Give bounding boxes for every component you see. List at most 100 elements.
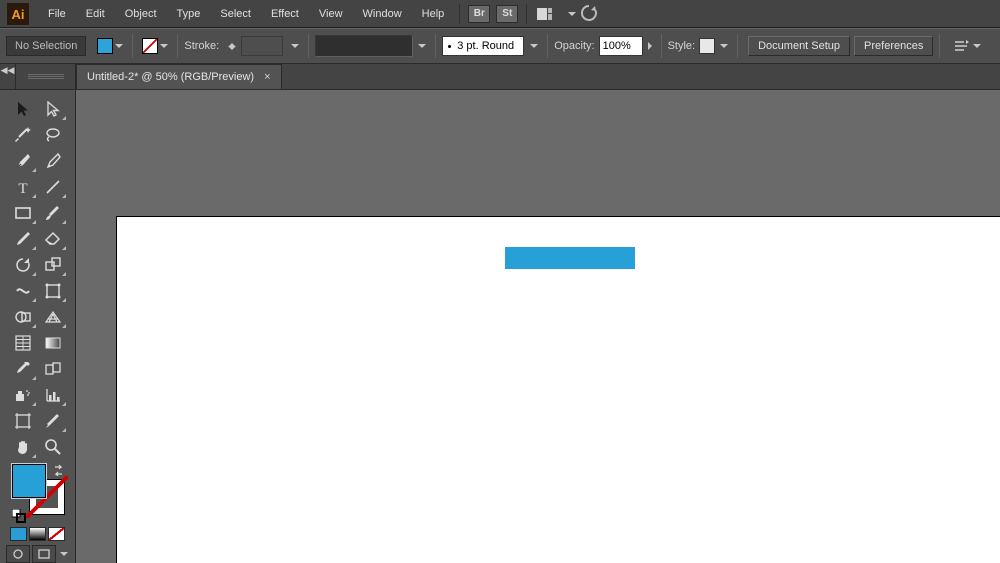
menu-help[interactable]: Help — [412, 0, 455, 28]
blend-tool[interactable] — [38, 356, 68, 382]
canvas[interactable] — [76, 90, 1000, 563]
swap-fill-stroke-button[interactable] — [54, 464, 66, 476]
gradient-tool[interactable] — [38, 330, 68, 356]
perspective-icon — [44, 308, 62, 326]
workspace: T — [0, 90, 1000, 563]
rectangle-icon — [14, 204, 32, 222]
pen-tool[interactable] — [8, 148, 38, 174]
selection-info: No Selection — [6, 36, 86, 56]
zoom-tool[interactable] — [38, 434, 68, 460]
artboard-tool[interactable] — [8, 408, 38, 434]
curvature-tool[interactable] — [38, 148, 68, 174]
brush-dot-icon — [448, 45, 451, 48]
menu-file[interactable]: File — [38, 0, 76, 28]
style-dropdown[interactable] — [717, 36, 731, 56]
close-icon[interactable]: × — [264, 71, 270, 83]
stroke-weight-dropdown[interactable] — [288, 36, 302, 56]
document-tab-strip: ◀◀ Untitled-2* @ 50% (RGB/Preview) × — [0, 64, 1000, 90]
perspective-grid-tool[interactable] — [38, 304, 68, 330]
mesh-tool[interactable] — [8, 330, 38, 356]
stock-button[interactable]: St — [496, 5, 518, 23]
stroke-label[interactable]: Stroke: — [184, 40, 219, 52]
free-transform-tool[interactable] — [38, 278, 68, 304]
type-tool[interactable]: T — [8, 174, 38, 200]
chevron-down-icon[interactable] — [973, 44, 981, 48]
rectangle-tool[interactable] — [8, 200, 38, 226]
chevron-down-icon — [530, 44, 538, 48]
variable-width-profile-chev[interactable] — [415, 36, 429, 56]
bridge-button[interactable]: Br — [468, 5, 490, 23]
menu-select[interactable]: Select — [210, 0, 261, 28]
selection-tool[interactable] — [8, 96, 38, 122]
magic-wand-tool[interactable] — [8, 122, 38, 148]
pencil-tool[interactable] — [8, 226, 38, 252]
line-icon — [44, 178, 62, 196]
stroke-swatch-dropdown[interactable] — [139, 36, 171, 56]
fill-swatch-icon — [97, 38, 113, 54]
menu-type[interactable]: Type — [167, 0, 211, 28]
grip-icon — [28, 74, 64, 79]
fill-box-icon[interactable] — [12, 464, 46, 498]
curvature-pen-icon — [44, 152, 62, 170]
width-tool[interactable] — [8, 278, 38, 304]
brush-definition-dropdown[interactable] — [527, 36, 541, 56]
gradient-icon — [44, 334, 62, 352]
column-graph-tool[interactable] — [38, 382, 68, 408]
opacity-field[interactable]: 100% — [599, 36, 643, 56]
shape-builder-tool[interactable] — [8, 304, 38, 330]
spray-icon — [14, 386, 32, 404]
screen-mode-button[interactable] — [32, 545, 56, 563]
paintbrush-icon — [44, 204, 62, 222]
menu-edit[interactable]: Edit — [76, 0, 115, 28]
artboard-icon — [14, 412, 32, 430]
arrange-documents-button[interactable] — [535, 5, 563, 23]
style-label[interactable]: Style: — [668, 40, 696, 52]
free-transform-icon — [44, 282, 62, 300]
rotate-tool[interactable] — [8, 252, 38, 278]
scale-tool[interactable] — [38, 252, 68, 278]
none-mode-button[interactable] — [48, 527, 65, 541]
eraser-tool[interactable] — [38, 226, 68, 252]
menu-window[interactable]: Window — [353, 0, 412, 28]
document-tab[interactable]: Untitled-2* @ 50% (RGB/Preview) × — [76, 64, 282, 89]
preferences-button[interactable]: Preferences — [854, 36, 933, 56]
symbol-sprayer-tool[interactable] — [8, 382, 38, 408]
color-mode-button[interactable] — [10, 527, 27, 541]
variable-width-profile-dropdown[interactable] — [315, 35, 413, 57]
draw-mode-button[interactable] — [6, 545, 30, 563]
menu-view[interactable]: View — [309, 0, 353, 28]
mesh-icon — [14, 334, 32, 352]
opacity-label[interactable]: Opacity: — [554, 40, 594, 52]
chevron-down-icon[interactable] — [60, 552, 68, 556]
menu-effect[interactable]: Effect — [261, 0, 309, 28]
scale-icon — [44, 256, 62, 274]
stroke-weight-stepper[interactable] — [223, 36, 241, 56]
slice-tool[interactable] — [38, 408, 68, 434]
divider — [177, 34, 178, 58]
direct-selection-tool[interactable] — [38, 96, 68, 122]
fill-stroke-selector[interactable] — [8, 464, 68, 511]
sync-settings-button[interactable] — [579, 3, 601, 25]
gradient-mode-button[interactable] — [29, 527, 46, 541]
menu-object[interactable]: Object — [115, 0, 167, 28]
opacity-dropdown[interactable] — [645, 36, 655, 56]
artboard[interactable] — [116, 216, 1000, 563]
panel-collapse-button[interactable]: ◀◀ — [0, 64, 16, 89]
document-setup-button[interactable]: Document Setup — [748, 36, 850, 56]
eyedropper-tool[interactable] — [8, 356, 38, 382]
hand-tool[interactable] — [8, 434, 38, 460]
align-to-button[interactable] — [952, 37, 970, 55]
default-fill-stroke-button[interactable] — [12, 509, 26, 523]
fill-swatch-dropdown[interactable] — [94, 36, 126, 56]
toolbox-grip[interactable] — [16, 64, 76, 89]
chevron-down-icon[interactable] — [568, 12, 576, 16]
rectangle-shape[interactable] — [505, 247, 635, 269]
chevron-down-icon — [418, 44, 426, 48]
brush-definition-field[interactable]: 3 pt. Round — [442, 36, 524, 56]
line-segment-tool[interactable] — [38, 174, 68, 200]
hand-icon — [14, 438, 32, 456]
paintbrush-tool[interactable] — [38, 200, 68, 226]
chevron-down-icon — [115, 44, 123, 48]
stroke-weight-field[interactable] — [241, 36, 283, 56]
lasso-tool[interactable] — [38, 122, 68, 148]
